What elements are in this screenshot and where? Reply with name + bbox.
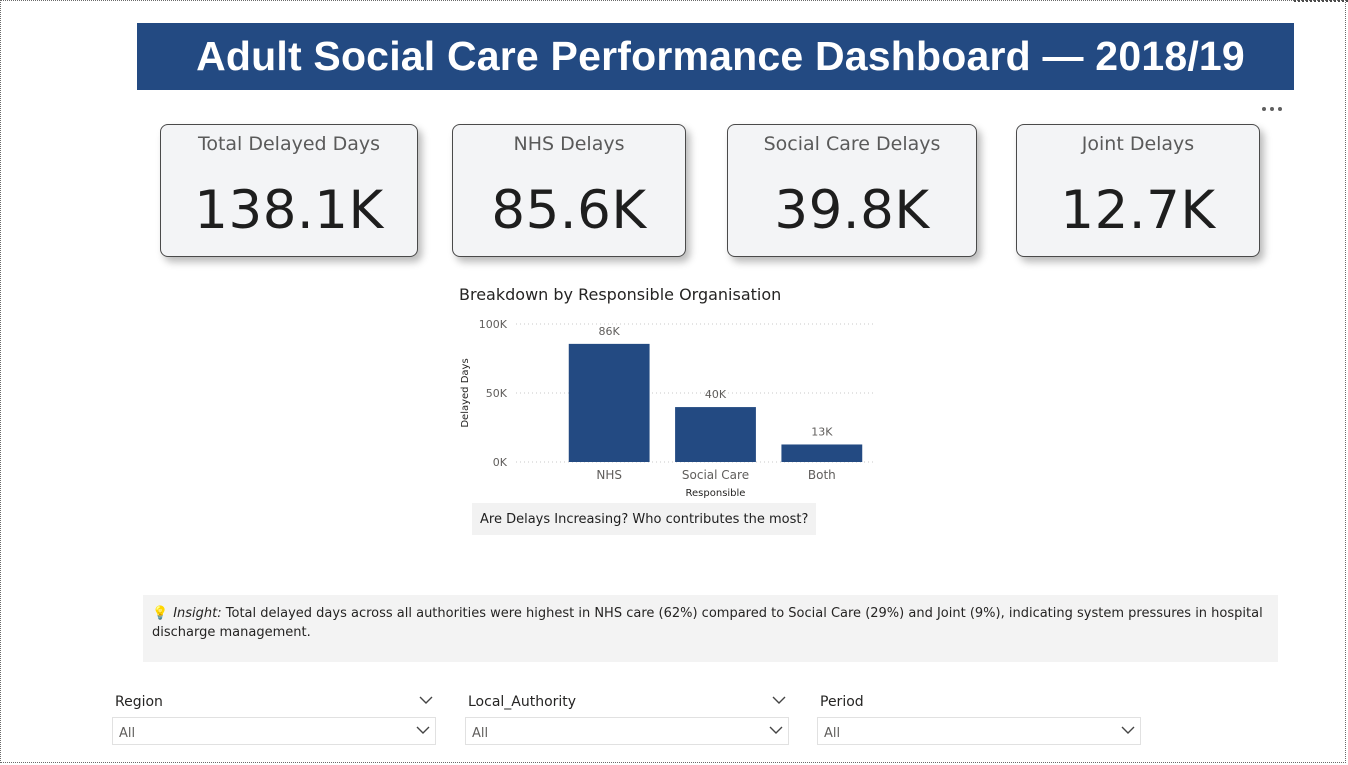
kpi-value: 138.1K [194, 180, 384, 241]
bar-chart: 0K 50K 100K 86K NHS 40K Social Care 13K Both Resp… [460, 318, 875, 499]
region-dropdown[interactable]: All [112, 717, 436, 745]
chevron-down-icon [416, 726, 430, 734]
slicer-local-authority: Local_Authority All [465, 690, 789, 746]
slicer-label: Region [115, 694, 163, 710]
dropdown-value: All [472, 726, 489, 741]
question-textbox: Are Delays Increasing? Who contributes t… [472, 503, 816, 535]
insight-panel: 💡 Insight: Total delayed days across all … [143, 595, 1278, 662]
chevron-down-icon [769, 726, 783, 734]
title-banner: Adult Social Care Performance Dashboard … [137, 23, 1294, 90]
kpi-card-total: Total Delayed Days 138.1K [160, 124, 418, 257]
data-label: 13K [811, 425, 833, 438]
data-label: 40K [705, 388, 727, 401]
bar [781, 444, 863, 462]
kpi-label: Joint Delays [1081, 133, 1195, 155]
x-tick-label: Social Care [682, 468, 749, 482]
y-axis-title: Delayed Days [460, 358, 471, 427]
frame-corner [1294, 0, 1348, 5]
x-tick-label: Both [808, 468, 836, 482]
chevron-down-icon [1121, 726, 1135, 734]
chevron-down-icon[interactable] [772, 696, 786, 705]
lightbulb-icon: 💡 [152, 606, 169, 621]
bar [675, 407, 756, 462]
data-label: 86K [599, 325, 621, 338]
kpi-card-joint: Joint Delays 12.7K [1016, 124, 1260, 257]
ellipsis-icon[interactable] [1262, 102, 1290, 116]
y-tick-label: 100K [479, 318, 508, 331]
dropdown-value: All [119, 726, 136, 741]
kpi-label: Total Delayed Days [197, 133, 381, 155]
x-axis-title: Responsible [686, 488, 746, 499]
kpi-label: Social Care Delays [763, 133, 941, 155]
slicer-period: Period All [817, 690, 1141, 746]
y-tick-label: 50K [486, 387, 508, 400]
bar [568, 343, 650, 462]
slicer-label: Period [820, 694, 864, 710]
page-title: Adult Social Care Performance Dashboard … [196, 33, 1245, 79]
kpi-card-nhs: NHS Delays 85.6K [452, 124, 686, 257]
kpi-card-social-care: Social Care Delays 39.8K [727, 124, 977, 257]
chart-title: Breakdown by Responsible Organisation [459, 285, 782, 304]
local-authority-dropdown[interactable]: All [465, 717, 789, 745]
kpi-value: 12.7K [1060, 180, 1216, 241]
dropdown-value: All [824, 726, 841, 741]
y-tick-label: 0K [493, 456, 508, 469]
kpi-value: 85.6K [491, 180, 647, 241]
x-tick-label: NHS [596, 468, 622, 482]
chevron-down-icon[interactable] [419, 696, 433, 705]
kpi-label: NHS Delays [513, 133, 625, 155]
slicer-label: Local_Authority [468, 694, 577, 710]
kpi-value: 39.8K [774, 180, 930, 241]
slicer-region: Region All [112, 690, 436, 746]
insight-text: Total delayed days across all authoritie… [152, 606, 1263, 640]
period-dropdown[interactable]: All [817, 717, 1141, 745]
insight-label: Insight: [173, 606, 222, 621]
